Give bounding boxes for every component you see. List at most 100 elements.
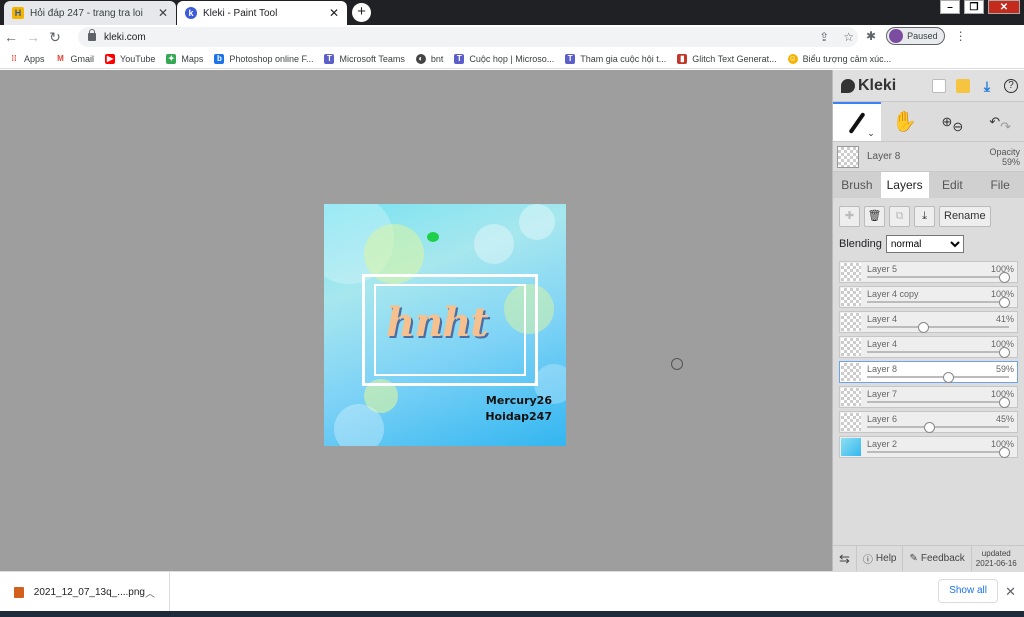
bookmark-gmail[interactable]: M Gmail	[56, 54, 94, 64]
chevron-down-icon[interactable]: ⌄	[867, 128, 875, 139]
opacity-slider-handle[interactable]	[999, 297, 1010, 308]
layer-name: Layer 2	[867, 439, 898, 449]
layer-thumbnail	[841, 363, 861, 381]
feedback-icon: ✎	[909, 553, 918, 564]
layer-row[interactable]: Layer 8 59%	[839, 361, 1018, 383]
bookmark-photoshop[interactable]: b Photoshop online F...	[214, 53, 313, 64]
undo-redo-buttons[interactable]: ↶ ↷	[976, 102, 1024, 141]
close-tab-icon[interactable]: ✕	[158, 6, 168, 20]
updated-info: updated 2021-06-16	[972, 549, 1021, 569]
reload-icon[interactable]: ↻	[44, 29, 66, 46]
layer-name: Layer 8	[867, 364, 898, 374]
duplicate-layer-button[interactable]: ⧉	[889, 206, 910, 227]
bookmark-teams-meeting[interactable]: T Cuộc họp | Microso...	[454, 53, 554, 64]
bookmark-teams-join[interactable]: T Tham gia cuộc hội t...	[565, 53, 666, 64]
opacity-slider-track[interactable]	[867, 401, 1009, 403]
hand-tool-button[interactable]: ✋	[881, 102, 929, 141]
undo-icon[interactable]: ↶	[989, 114, 1000, 130]
layer-row[interactable]: Layer 4 41%	[839, 311, 1018, 333]
bookmark-glitch[interactable]: ▮ Glitch Text Generat...	[677, 53, 777, 64]
bokeh-circle	[519, 204, 555, 240]
opacity-slider-track[interactable]	[867, 451, 1009, 453]
bookmark-maps[interactable]: ✦ Maps	[166, 53, 203, 64]
opacity-slider-handle[interactable]	[999, 272, 1010, 283]
download-item[interactable]: 2021_12_07_13q_....png ︿	[0, 572, 170, 612]
kleki-logo[interactable]: Kleki	[841, 77, 896, 95]
layer-thumbnail	[841, 438, 861, 456]
opacity-slider-handle[interactable]	[999, 347, 1010, 358]
tab-file[interactable]: File	[976, 172, 1024, 198]
bookmark-teams[interactable]: T Microsoft Teams	[324, 53, 405, 64]
tab-kleki[interactable]: k Kleki - Paint Tool ✕	[177, 1, 347, 25]
tool-row: ⌄ ✋ ⊕ ⊖ ↶ ↷	[833, 102, 1024, 142]
layer-row[interactable]: Layer 6 45%	[839, 411, 1018, 433]
tab-brush[interactable]: Brush	[833, 172, 881, 198]
swap-side-button[interactable]: ⇆	[833, 546, 857, 571]
opacity-slider-track[interactable]	[867, 301, 1009, 303]
close-download-bar-icon[interactable]: ✕	[1005, 584, 1016, 600]
panel-tabs: Brush Layers Edit File	[833, 172, 1024, 198]
layer-row[interactable]: Layer 7 100%	[839, 386, 1018, 408]
layer-row[interactable]: Layer 5 100%	[839, 261, 1018, 283]
feedback-button[interactable]: ✎ Feedback	[903, 546, 972, 571]
bookmark-apps[interactable]: ⁞⁞ Apps	[9, 54, 44, 64]
layer-list: Layer 5 100% Layer 4 copy 100% Layer 4 41% Lay…	[833, 257, 1024, 465]
zoom-out-icon[interactable]: ⊖	[952, 119, 963, 135]
help-button[interactable]: ⓘ Help	[857, 546, 904, 571]
merge-down-button[interactable]: ⤓	[914, 206, 935, 227]
opacity-slider-track[interactable]	[867, 326, 1009, 328]
delete-layer-button[interactable]: 🗑	[864, 206, 885, 227]
layer-row[interactable]: Layer 4 copy 100%	[839, 286, 1018, 308]
zoom-in-icon[interactable]: ⊕	[941, 114, 952, 130]
bookmark-bnt[interactable]: ◐ bnt	[415, 53, 443, 64]
chevron-up-icon[interactable]: ︿	[145, 585, 155, 600]
add-layer-button[interactable]: ✚	[839, 206, 860, 227]
close-window-button[interactable]: ✕	[988, 0, 1020, 14]
redo-icon[interactable]: ↷	[1000, 119, 1011, 135]
back-icon[interactable]: ←	[0, 29, 22, 45]
brush-tool-button[interactable]: ⌄	[833, 102, 881, 141]
menu-icon[interactable]: ⋮	[955, 29, 967, 43]
tab-hoidap[interactable]: H Hỏi đáp 247 - trang tra loi ✕	[4, 1, 176, 25]
download-icon[interactable]: ⤓	[980, 79, 994, 93]
forward-icon[interactable]: →	[22, 29, 44, 45]
tab-layers[interactable]: Layers	[880, 172, 929, 198]
rename-button[interactable]: Rename	[939, 206, 991, 227]
restore-button[interactable]: ❐	[964, 0, 984, 14]
profile-button[interactable]: Paused	[886, 27, 945, 45]
opacity-slider-track[interactable]	[867, 376, 1009, 378]
opacity-slider-track[interactable]	[867, 351, 1009, 353]
opacity-slider-track[interactable]	[867, 426, 1009, 428]
opacity-slider-handle[interactable]	[923, 422, 935, 433]
address-bar[interactable]: kleki.com ⇪ ☆	[78, 27, 858, 47]
extensions-icon[interactable]: ✱	[866, 29, 876, 43]
lock-icon[interactable]	[88, 29, 96, 41]
hoidap-favicon-icon: H	[12, 7, 24, 19]
show-all-button[interactable]: Show all	[938, 579, 998, 603]
bookmark-star-icon[interactable]: ☆	[843, 27, 854, 47]
opacity-slider-handle[interactable]	[999, 397, 1010, 408]
blending-select[interactable]: normal	[885, 235, 964, 253]
layer-row[interactable]: Layer 4 100%	[839, 336, 1018, 358]
layer-row[interactable]: Layer 2 100%	[839, 436, 1018, 458]
bookmark-youtube[interactable]: ▶ YouTube	[105, 53, 155, 64]
open-folder-icon[interactable]	[956, 78, 970, 93]
close-tab-icon[interactable]: ✕	[329, 6, 339, 20]
emoji-icon: ☺	[787, 53, 798, 64]
opacity-slider-handle[interactable]	[999, 447, 1010, 458]
new-tab-button[interactable]: +	[352, 3, 371, 22]
opacity-slider-handle[interactable]	[918, 322, 930, 333]
opacity-slider-handle[interactable]	[942, 372, 954, 383]
kleki-bird-icon	[841, 78, 855, 93]
share-icon[interactable]: ⇪	[819, 27, 829, 47]
help-icon[interactable]: ?	[1004, 78, 1018, 93]
canvas-workspace[interactable]: hnht Mercury26 Hoidap247	[0, 70, 832, 571]
zoom-buttons[interactable]: ⊕ ⊖	[929, 102, 977, 141]
layer-name: Layer 4	[867, 339, 898, 349]
artwork-canvas[interactable]: hnht Mercury26 Hoidap247	[324, 204, 566, 446]
tab-edit[interactable]: Edit	[929, 172, 977, 198]
minimize-button[interactable]: –	[940, 0, 960, 14]
new-image-icon[interactable]	[932, 78, 946, 93]
opacity-slider-track[interactable]	[867, 276, 1009, 278]
bookmark-emoji[interactable]: ☺ Biểu tượng cảm xúc...	[787, 53, 891, 64]
